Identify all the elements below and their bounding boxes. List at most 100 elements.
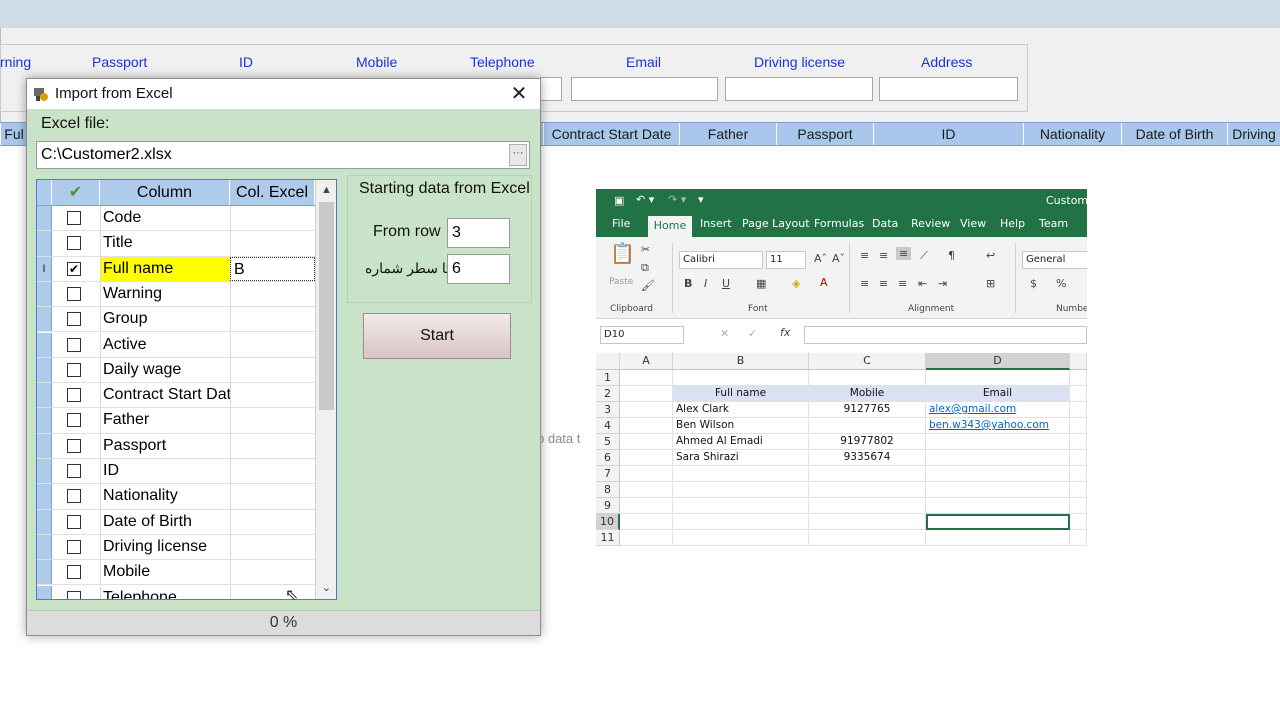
to-row-input[interactable]: 6	[447, 254, 510, 284]
checkbox[interactable]	[67, 312, 81, 327]
check-all-icon[interactable]: ✔	[52, 180, 100, 205]
select-all-corner[interactable]	[596, 353, 620, 370]
excel-file-path-input[interactable]: C:\Customer2.xlsx	[36, 141, 530, 169]
sheet-cell[interactable]	[926, 450, 1070, 466]
mapping-row[interactable]: Code	[37, 206, 315, 232]
checkbox[interactable]	[67, 438, 81, 453]
excel-tab-review[interactable]: Review	[911, 217, 950, 230]
filter-field-email[interactable]	[571, 77, 718, 101]
format-painter-icon[interactable]: 🖌	[641, 279, 655, 292]
align-right-icon[interactable]: ≡	[898, 277, 907, 290]
sheet-cell[interactable]	[673, 466, 809, 482]
row-header[interactable]: 2	[596, 386, 620, 402]
sheet-cell[interactable]: Sara Shirazi	[673, 450, 809, 466]
filter-field-telephone[interactable]	[540, 77, 562, 101]
copy-icon[interactable]: ⧉	[641, 261, 649, 275]
row-selector[interactable]: I	[37, 256, 52, 281]
sheet-cell[interactable]	[1070, 466, 1087, 482]
header-col-excel[interactable]: Col. Excel	[230, 180, 315, 205]
excel-tab-team[interactable]: Team	[1039, 217, 1068, 230]
checkbox[interactable]	[67, 565, 81, 580]
mapping-row[interactable]: Passport	[37, 433, 315, 459]
excel-column-input[interactable]	[230, 459, 315, 484]
undo-icon[interactable]: ↶ ▾	[636, 193, 654, 206]
increase-indent-icon[interactable]: ⇥	[938, 277, 947, 290]
sheet-cell[interactable]: 9335674	[809, 450, 926, 466]
sheet-cell[interactable]	[620, 386, 673, 402]
mapping-row[interactable]: ID	[37, 459, 315, 485]
mapping-row[interactable]: Date of Birth	[37, 509, 315, 535]
font-name-box[interactable]: Calibri	[679, 251, 763, 269]
start-button[interactable]: Start	[363, 313, 511, 359]
currency-icon[interactable]: $	[1030, 277, 1037, 290]
row-header[interactable]: 4	[596, 418, 620, 434]
sheet-cell[interactable]	[1070, 402, 1087, 418]
sheet-cell[interactable]	[1070, 482, 1087, 498]
from-row-input[interactable]: 3	[447, 218, 510, 248]
row-header[interactable]: 9	[596, 498, 620, 514]
mapping-row[interactable]: Telephone	[37, 585, 315, 599]
checkbox[interactable]	[67, 413, 81, 428]
excel-column-input[interactable]	[230, 332, 315, 357]
sheet-cell[interactable]	[620, 434, 673, 450]
sheet-cell[interactable]	[673, 514, 809, 530]
merge-icon[interactable]: ⊞	[986, 277, 995, 290]
fill-color-icon[interactable]: ◈	[792, 277, 800, 290]
grid-col-id[interactable]: ID	[873, 123, 1023, 145]
sheet-cell[interactable]	[926, 434, 1070, 450]
checkbox[interactable]	[67, 236, 81, 251]
row-header[interactable]: 8	[596, 482, 620, 498]
excel-tab-page-layout[interactable]: Page Layout	[742, 217, 810, 230]
sheet-cell[interactable]	[1070, 498, 1087, 514]
sheet-cell[interactable]	[1070, 514, 1087, 530]
filter-field-address[interactable]	[879, 77, 1018, 101]
excel-tab-home[interactable]: Home	[648, 216, 692, 237]
col-header-d[interactable]: D	[926, 353, 1070, 370]
mapping-grid-scrollbar[interactable]: ▲ ⌄	[315, 180, 336, 599]
sheet-cell[interactable]	[1070, 530, 1087, 546]
scroll-up-icon[interactable]: ▲	[316, 180, 336, 200]
sheet-cell[interactable]: ben.w343@yahoo.com	[926, 418, 1070, 434]
sheet-cell[interactable]	[673, 530, 809, 546]
col-header-b[interactable]: B	[673, 353, 809, 370]
italic-icon[interactable]: I	[704, 277, 707, 290]
sheet-cell[interactable]	[673, 370, 809, 386]
excel-tab-formulas[interactable]: Formulas	[814, 217, 864, 230]
percent-icon[interactable]: %	[1056, 277, 1066, 290]
row-selector[interactable]	[37, 484, 52, 509]
excel-column-input[interactable]	[230, 534, 315, 560]
excel-column-input[interactable]	[230, 560, 315, 585]
row-selector[interactable]	[37, 408, 52, 433]
excel-column-input[interactable]	[230, 408, 315, 433]
sheet-cell[interactable]: Full name	[673, 386, 809, 402]
align-top-icon[interactable]: ≡	[860, 249, 869, 262]
grid-col-full-name[interactable]: Ful	[0, 123, 27, 145]
row-selector[interactable]	[37, 332, 52, 357]
save-icon[interactable]: ▣	[614, 194, 624, 207]
sheet-cell[interactable]	[673, 482, 809, 498]
excel-tab-insert[interactable]: Insert	[700, 217, 732, 230]
sheet-cell[interactable]: Mobile	[809, 386, 926, 402]
row-selector[interactable]	[37, 509, 52, 534]
close-icon[interactable]: ✕	[505, 81, 533, 107]
checkbox[interactable]	[67, 362, 81, 377]
sheet-cell[interactable]	[620, 402, 673, 418]
mapping-row[interactable]: Father	[37, 408, 315, 434]
checkbox[interactable]	[67, 337, 81, 352]
sheet-cell[interactable]: 9127765	[809, 402, 926, 418]
sheet-cell[interactable]: 91977802	[809, 434, 926, 450]
grid-col-contract-start-date[interactable]: Contract Start Date	[543, 123, 679, 145]
sheet-cell[interactable]	[809, 482, 926, 498]
active-cell[interactable]	[926, 514, 1070, 530]
mapping-row[interactable]: Contract Start Date	[37, 383, 315, 409]
checked-checkbox[interactable]: ✔	[67, 261, 81, 276]
sheet-cell[interactable]	[809, 418, 926, 434]
sheet-cell[interactable]	[1070, 370, 1087, 386]
sheet-cell[interactable]	[809, 498, 926, 514]
grid-col-father[interactable]: Father	[679, 123, 776, 145]
row-selector[interactable]	[37, 459, 52, 484]
number-format-box[interactable]: General	[1022, 251, 1087, 269]
sheet-cell[interactable]	[926, 498, 1070, 514]
sheet-cell[interactable]	[1070, 418, 1087, 434]
grid-col-nationality[interactable]: Nationality	[1023, 123, 1121, 145]
